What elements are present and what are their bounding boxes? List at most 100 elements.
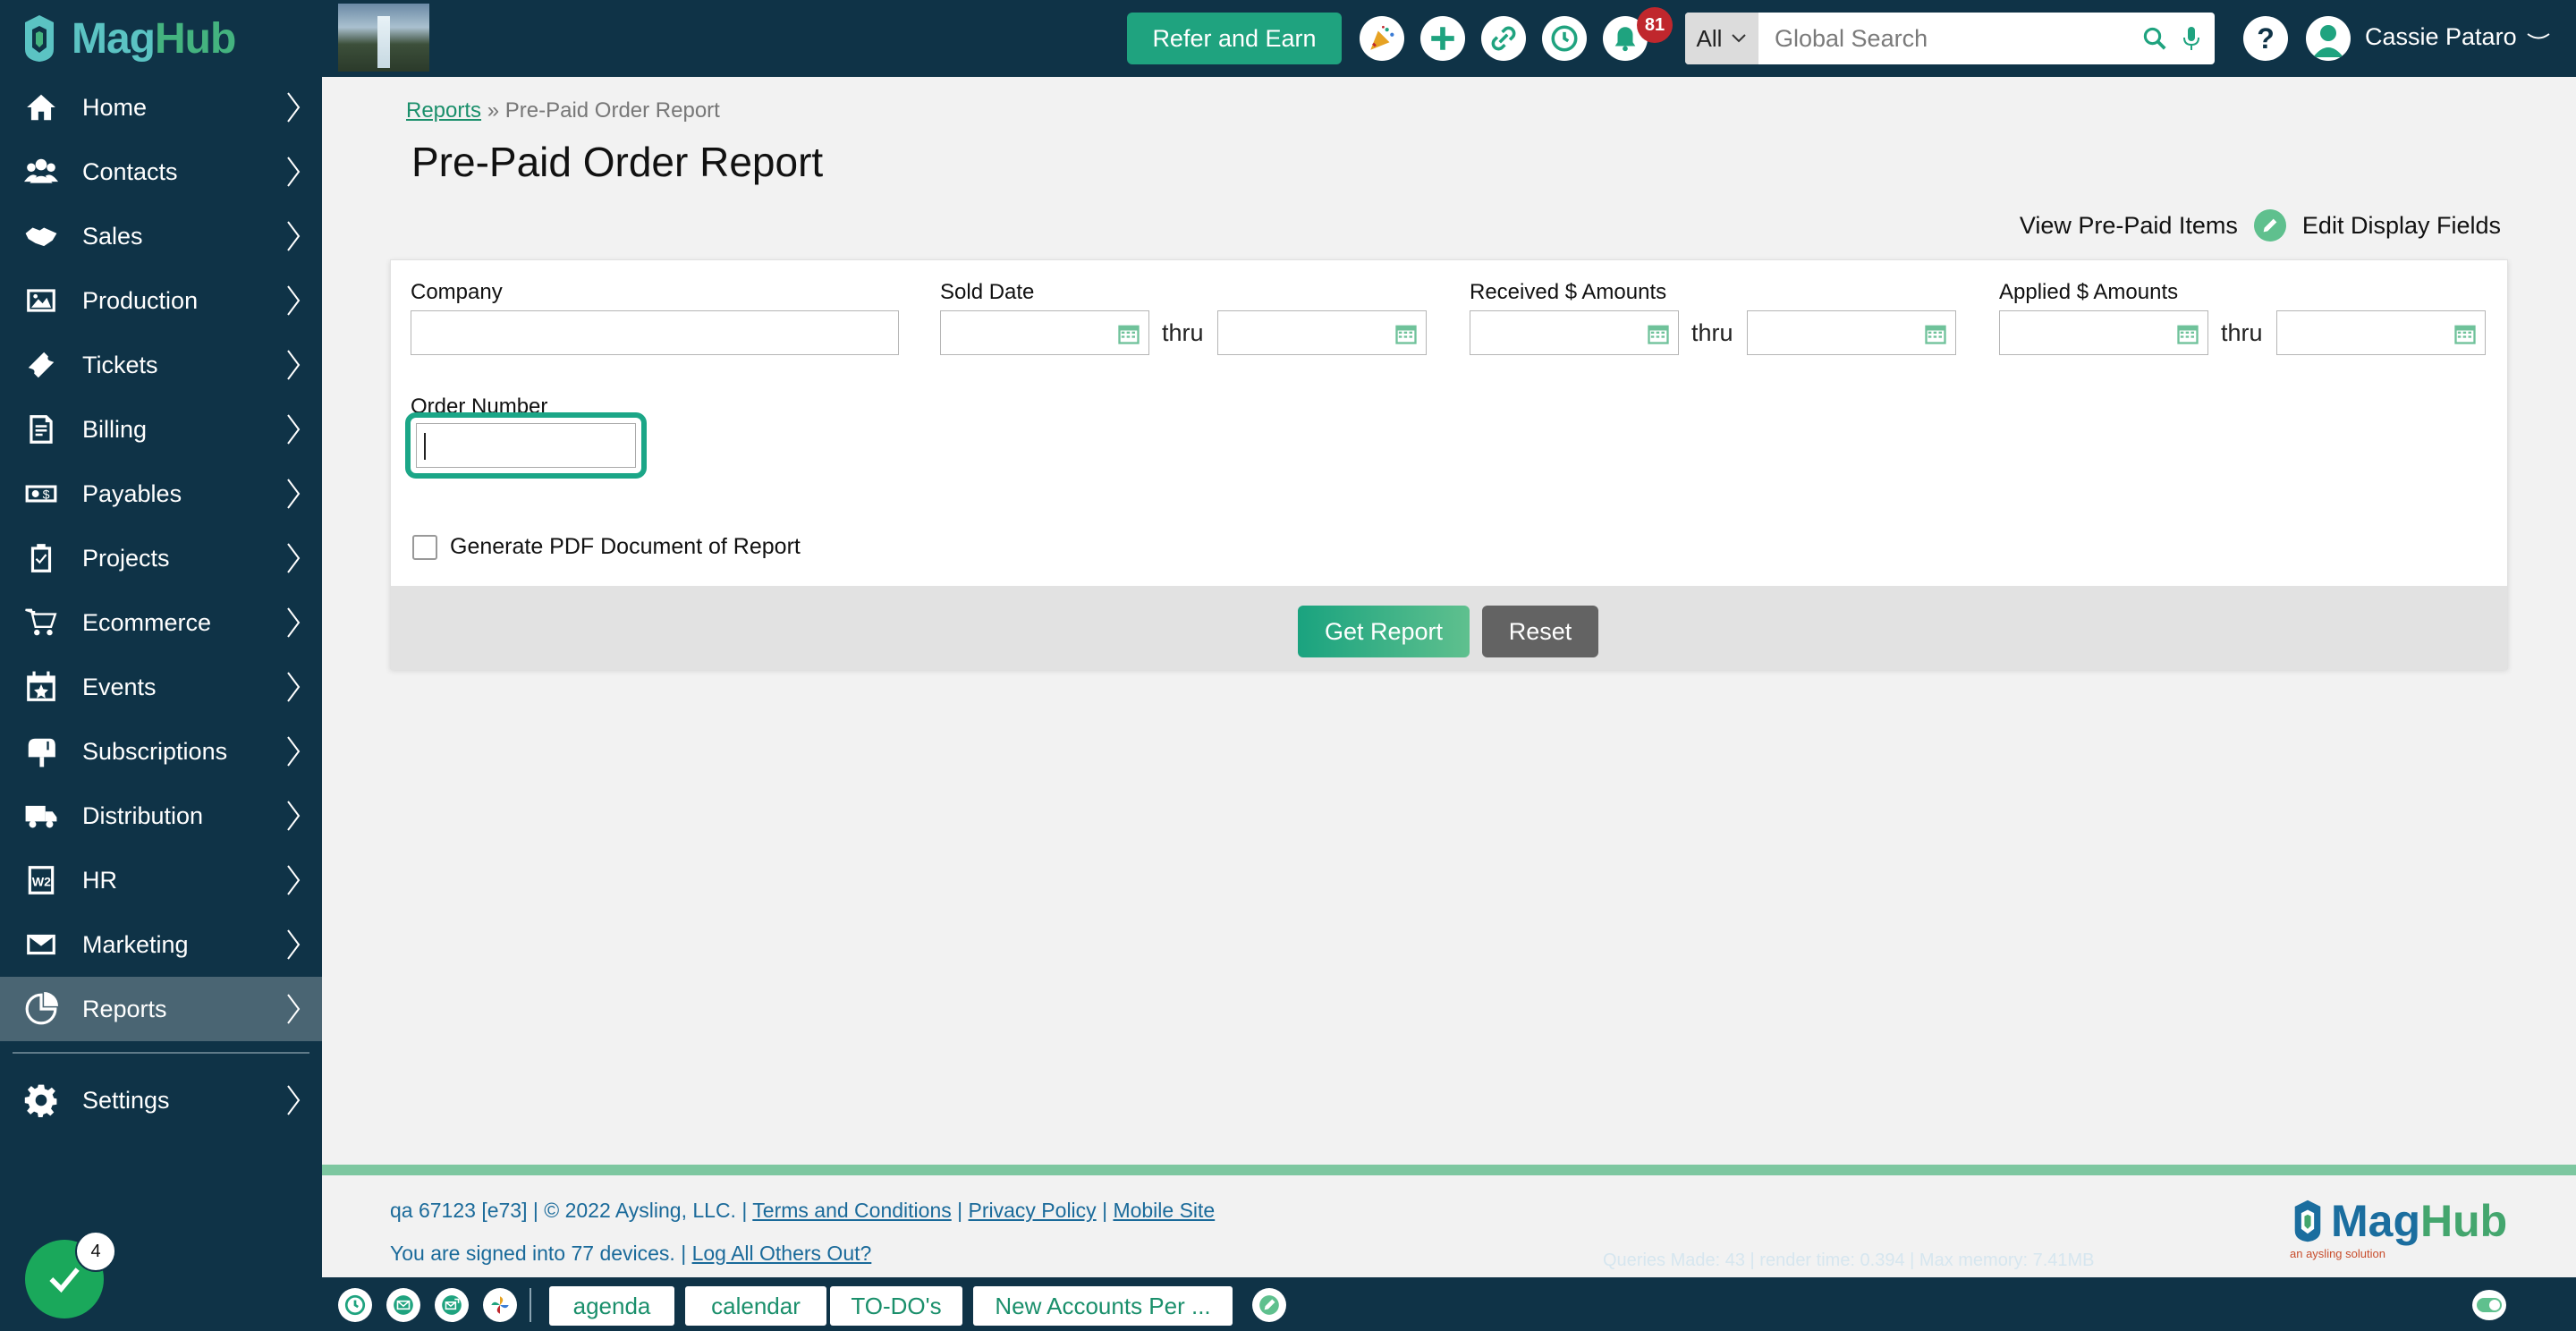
generate-pdf-checkbox[interactable]: [412, 534, 437, 560]
sidebar-item-label: Contacts: [82, 157, 178, 185]
sidebar-item-production[interactable]: Production: [0, 268, 322, 333]
sidebar-item-marketing[interactable]: Marketing: [0, 912, 322, 977]
tab-calendar[interactable]: calendar: [685, 1286, 826, 1326]
sidebar-item-label: Sales: [82, 222, 143, 250]
sidebar-item-label: Billing: [82, 415, 148, 443]
sidebar-item-label: Marketing: [82, 930, 189, 958]
search-input[interactable]: [1758, 13, 2141, 64]
search-scope-select[interactable]: All: [1685, 13, 1758, 64]
generate-pdf-label[interactable]: Generate PDF Document of Report: [450, 534, 801, 560]
edit-display-fields-link[interactable]: Edit Display Fields: [2302, 212, 2501, 240]
user-menu[interactable]: Cassie Pataro: [2365, 23, 2551, 51]
order-number-input[interactable]: [416, 423, 636, 468]
breadcrumb-reports-link[interactable]: Reports: [406, 98, 481, 123]
ticket-icon: [21, 345, 61, 385]
notification-badge: 81: [1637, 7, 1673, 43]
sidebar-item-sales[interactable]: Sales: [0, 204, 322, 268]
user-icon: [2313, 25, 2343, 57]
microphone-icon[interactable]: [2181, 25, 2202, 52]
calendar-icon[interactable]: [1394, 321, 1419, 346]
applied-amount-to-input[interactable]: [2276, 310, 2486, 355]
sidebar-item-contacts[interactable]: Contacts: [0, 140, 322, 204]
sidebar-item-settings[interactable]: Settings: [0, 1068, 322, 1132]
sold-date-to-input[interactable]: [1217, 310, 1427, 355]
invoice-icon: [21, 410, 61, 449]
log-out-others-link[interactable]: Log All Others Out?: [692, 1242, 872, 1265]
gear-icon: [21, 1081, 61, 1120]
pencil-icon[interactable]: [1252, 1288, 1286, 1322]
clock-icon[interactable]: [338, 1288, 372, 1322]
envelope-icon: [21, 925, 61, 964]
sidebar-item-ecommerce[interactable]: Ecommerce: [0, 590, 322, 655]
mobile-site-link[interactable]: Mobile Site: [1113, 1199, 1215, 1222]
sidebar-item-label: Reports: [82, 995, 167, 1022]
text-caret: [424, 433, 426, 460]
sidebar-item-projects[interactable]: Projects: [0, 526, 322, 590]
sidebar-item-label: Payables: [82, 479, 182, 507]
received-amount-to-input[interactable]: [1747, 310, 1956, 355]
search-icon[interactable]: [2141, 25, 2168, 52]
chevron-right-icon: [287, 736, 301, 767]
sidebar-item-hr[interactable]: W2 HR: [0, 848, 322, 912]
company-input[interactable]: [411, 310, 899, 355]
user-name: Cassie Pataro: [2365, 23, 2517, 50]
toggle-icon[interactable]: [2472, 1290, 2506, 1320]
footer-logo: MagHub an aysling solution: [2290, 1196, 2508, 1260]
applied-amount-from-input[interactable]: [1999, 310, 2208, 355]
party-popper-icon[interactable]: [1360, 16, 1404, 61]
view-prepaid-items-link[interactable]: View Pre-Paid Items: [2020, 212, 2238, 240]
sidebar-item-label: Production: [82, 286, 199, 314]
calendar-icon[interactable]: [2453, 321, 2478, 346]
sidebar-item-payables[interactable]: $ Payables: [0, 462, 322, 526]
sidebar-item-home[interactable]: Home: [0, 75, 322, 140]
privacy-link[interactable]: Privacy Policy: [969, 1199, 1097, 1222]
brand-image[interactable]: [338, 4, 429, 72]
tab-agenda[interactable]: agenda: [549, 1286, 674, 1326]
sidebar-item-tickets[interactable]: Tickets: [0, 333, 322, 397]
chevron-right-icon: [287, 994, 301, 1024]
sidebar-item-subscriptions[interactable]: Subscriptions: [0, 719, 322, 784]
tab-new-accounts[interactable]: New Accounts Per ...: [973, 1286, 1233, 1326]
sidebar-divider: [13, 1052, 309, 1054]
get-report-button[interactable]: Get Report: [1298, 606, 1470, 657]
calendar-icon[interactable]: [1923, 321, 1948, 346]
sidebar-item-billing[interactable]: Billing: [0, 397, 322, 462]
thru-label: thru: [2221, 319, 2263, 346]
chevron-right-icon: [287, 157, 301, 187]
refer-and-earn-button[interactable]: Refer and Earn: [1127, 13, 1342, 64]
mail-icon[interactable]: [386, 1288, 420, 1322]
terms-link[interactable]: Terms and Conditions: [752, 1199, 951, 1222]
pinwheel-icon[interactable]: [483, 1288, 517, 1322]
sidebar-item-reports[interactable]: Reports: [0, 977, 322, 1041]
add-icon[interactable]: [1420, 16, 1465, 61]
sidebar-item-distribution[interactable]: Distribution: [0, 784, 322, 848]
mail-send-icon[interactable]: [435, 1288, 469, 1322]
reset-button[interactable]: Reset: [1482, 606, 1598, 657]
chevron-right-icon: [287, 221, 301, 251]
calendar-icon[interactable]: [1646, 321, 1671, 346]
link-icon[interactable]: [1481, 16, 1526, 61]
avatar[interactable]: [2306, 16, 2351, 61]
history-icon[interactable]: [1542, 16, 1587, 61]
sidebar-nav: Home Contacts Sales Production Tickets B…: [0, 75, 322, 1132]
app-logo[interactable]: MagHub: [20, 7, 236, 70]
pencil-icon[interactable]: [2253, 209, 2286, 242]
chevron-right-icon: [287, 607, 301, 638]
chevron-right-icon: [287, 672, 301, 702]
sold-date-from-input[interactable]: [940, 310, 1149, 355]
tab-todos[interactable]: TO-DO's: [830, 1286, 962, 1326]
search-scope-value: All: [1696, 24, 1723, 52]
breadcrumb-current: Pre-Paid Order Report: [504, 98, 720, 123]
sidebar-item-events[interactable]: Events: [0, 655, 322, 719]
home-icon: [21, 88, 61, 127]
calendar-icon[interactable]: [2175, 321, 2200, 346]
sidebar-item-label: Tickets: [82, 351, 158, 378]
handshake-icon: [21, 216, 61, 256]
sidebar-item-label: Subscriptions: [82, 737, 228, 765]
debug-stats: Queries Made: 43 | render time: 0.394 | …: [1603, 1250, 2095, 1270]
calendar-icon[interactable]: [1116, 321, 1141, 346]
received-amount-from-input[interactable]: [1470, 310, 1679, 355]
contacts-icon: [21, 152, 61, 191]
help-button[interactable]: ?: [2243, 16, 2288, 61]
logo-tagline: an aysling solution: [2290, 1247, 2385, 1260]
